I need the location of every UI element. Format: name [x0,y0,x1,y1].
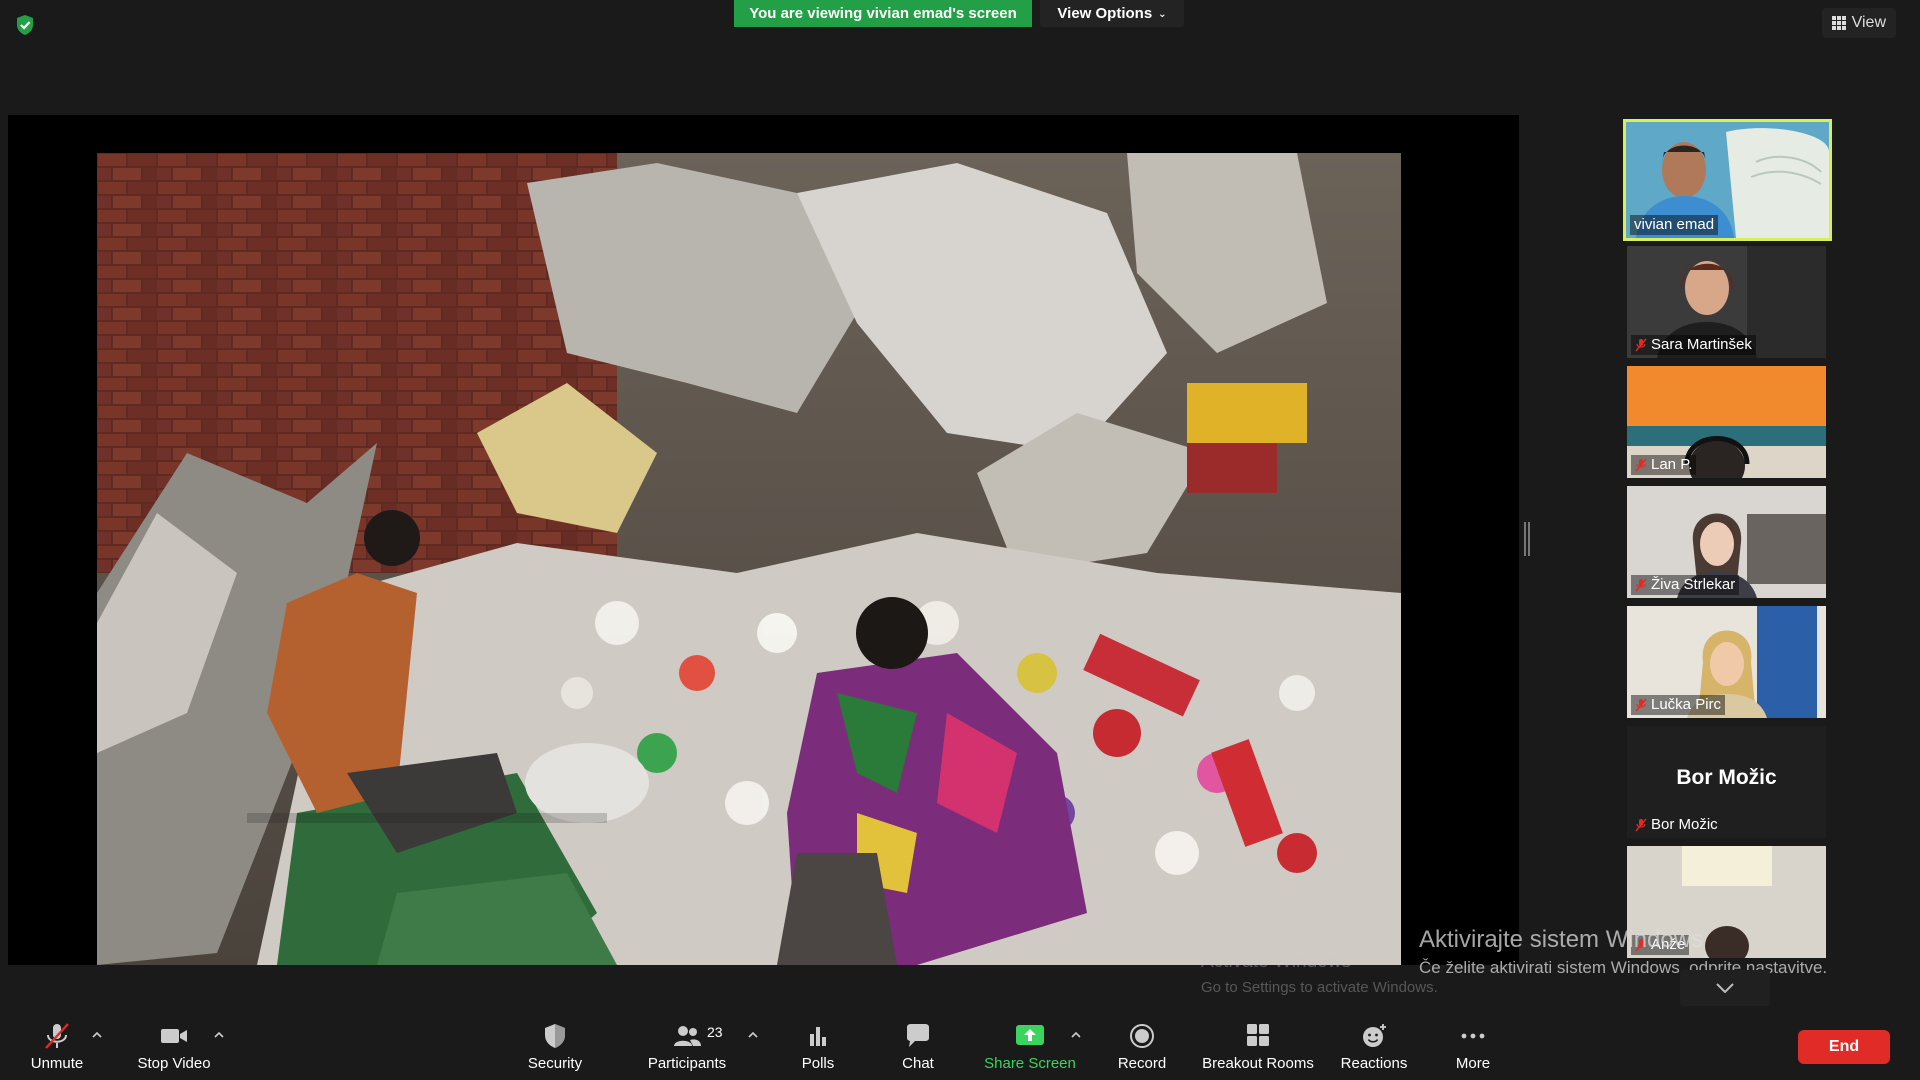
shield-icon [545,1024,565,1048]
chat-label: Chat [902,1055,934,1072]
participant-name: Lučka Pirc [1631,695,1726,715]
breakout-rooms-label: Breakout Rooms [1202,1055,1314,1072]
mic-muted-icon [1635,818,1647,831]
reactions-label: Reactions [1340,1055,1408,1072]
chevron-down-icon: ⌄ [1158,8,1167,20]
stop-video-label: Stop Video [137,1055,211,1072]
chevron-down-icon [1716,983,1734,993]
view-options-button[interactable]: View Options ⌄ [1040,0,1184,27]
participant-gallery: vivian emad Sara Martinšek Lan P. Živa S… [1623,119,1832,966]
record-icon [1130,1024,1154,1048]
polls-button[interactable]: Polls [790,1022,846,1078]
view-label: View [1851,14,1886,31]
video-tile-lan-p[interactable]: Lan P. [1627,366,1826,478]
view-layout-button[interactable]: View [1821,8,1896,38]
unmute-label: Unmute [30,1055,84,1072]
grid-icon [1831,16,1846,30]
stop-video-button[interactable]: Stop Video [132,1022,216,1078]
share-options-caret-icon[interactable] [1069,1030,1083,1040]
mic-muted-icon [45,1023,69,1049]
participant-name: Sara Martinšek [1631,335,1756,355]
participant-name: Lan P. [1631,455,1697,475]
more-label: More [1455,1055,1491,1072]
participants-count-badge: 23 [707,1024,723,1040]
participants-options-caret-icon[interactable] [746,1030,760,1040]
watermark-go-to-settings: Go to Settings to activate Windows. [1201,979,1438,996]
participant-display-name: Bor Možic [1676,766,1777,789]
windows-activation-title: Aktivirajte sistem Windows [1419,926,1704,953]
mic-muted-icon [1635,698,1647,711]
audio-options-caret-icon[interactable] [90,1030,104,1040]
watermark-activate-windows: Activate Windows [1201,951,1351,972]
breakout-rooms-button[interactable]: Breakout Rooms [1200,1022,1316,1078]
shared-screen[interactable]: Activate Windows Go to Settings to activ… [8,115,1519,996]
video-tile-ziva-strlekar[interactable]: Živa Strlekar [1627,486,1826,598]
view-options-label: View Options [1057,5,1153,22]
record-button[interactable]: Record [1112,1022,1172,1078]
video-camera-icon [161,1029,187,1043]
chat-button[interactable]: Chat [888,1022,948,1078]
meeting-toolbar: Unmute Stop Video Security Participants … [0,1012,1920,1080]
share-screen-label: Share Screen [984,1055,1076,1072]
participant-name: Živa Strlekar [1631,575,1740,595]
more-button[interactable]: More [1446,1022,1500,1078]
end-meeting-button[interactable]: End [1798,1030,1890,1064]
gallery-scroll-down-button[interactable] [1680,970,1770,1006]
video-tile-bor-mozic[interactable]: Bor Možic Bor Možic [1627,726,1826,838]
breakout-rooms-icon [1247,1024,1269,1046]
viewing-screen-banner: You are viewing vivian emad's screen [734,0,1032,27]
security-button[interactable]: Security [520,1022,590,1078]
participants-icon [674,1026,701,1046]
video-tile-vivian-emad[interactable]: vivian emad [1623,119,1832,241]
mic-muted-icon [1635,338,1647,351]
video-tile-sara-martinsek[interactable]: Sara Martinšek [1627,246,1826,358]
smiley-plus-icon [1363,1024,1386,1047]
participant-name: vivian emad [1630,215,1719,235]
unmute-button[interactable]: Unmute [22,1022,92,1078]
security-shield-icon[interactable] [14,14,36,36]
share-screen-button[interactable]: Share Screen [980,1022,1080,1078]
shared-photo [97,153,1401,965]
more-dots-icon [1461,1033,1485,1039]
reactions-button[interactable]: Reactions [1338,1022,1410,1078]
bar-chart-icon [810,1027,826,1046]
polls-label: Polls [801,1055,835,1072]
participants-label: Participants [647,1055,727,1072]
participant-name: Bor Možic [1631,815,1722,835]
mic-muted-icon [1635,578,1647,591]
record-label: Record [1117,1055,1167,1072]
share-screen-icon [1016,1025,1044,1045]
mic-muted-icon [1635,458,1647,471]
panel-resize-handle[interactable] [1524,522,1530,556]
security-label: Security [527,1055,583,1072]
video-options-caret-icon[interactable] [212,1030,226,1040]
chat-bubble-icon [907,1024,929,1047]
video-tile-lucka-pirc[interactable]: Lučka Pirc [1627,606,1826,718]
recycling-waste-photo [97,153,1401,965]
